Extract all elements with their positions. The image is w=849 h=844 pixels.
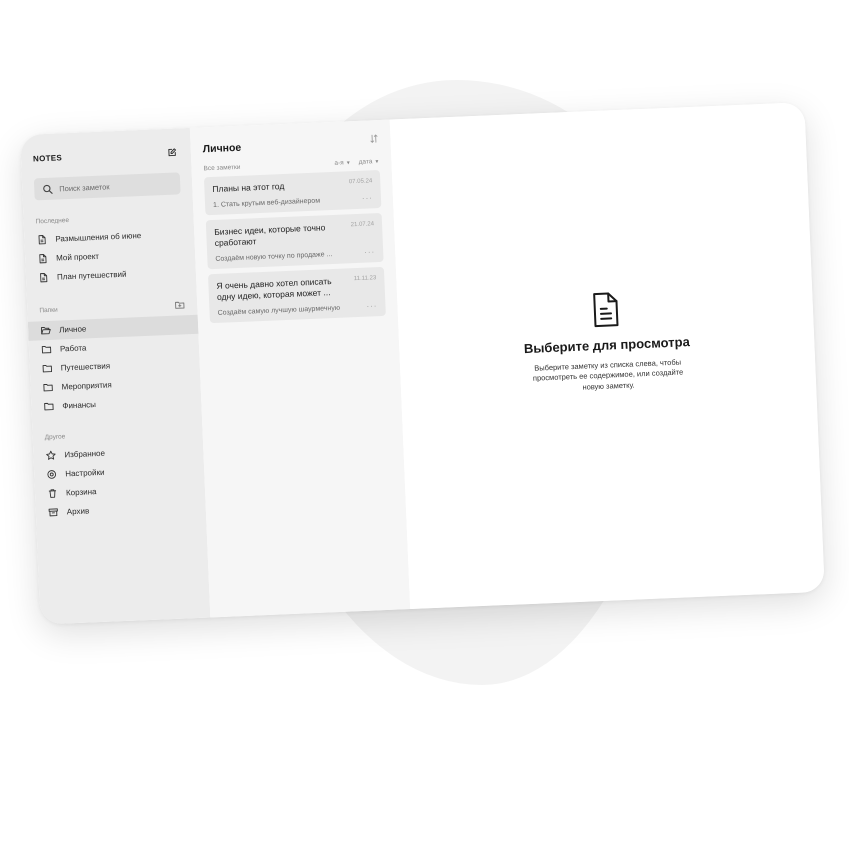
note-title: Я очень давно хотел описать одну идею, к…	[216, 276, 332, 303]
star-icon	[45, 450, 56, 461]
note-viewer-empty-state: Выберите для просмотра Выберите заметку …	[389, 102, 825, 610]
other-item-label: Настройки	[65, 467, 105, 479]
document-icon	[38, 272, 49, 283]
folder-title: Личное	[202, 141, 242, 156]
folder-item-label: Финансы	[62, 400, 97, 411]
note-title: Планы на этот год	[212, 180, 285, 194]
search-icon	[42, 183, 53, 194]
folders-section-title: Папки	[27, 299, 197, 317]
note-card-header: Я очень давно хотел описать одну идею, к…	[216, 274, 377, 303]
other-item-label: Избранное	[64, 448, 106, 460]
recent-item-label: План путешествий	[56, 269, 127, 282]
sort-options: а-я ▼ дата ▼	[334, 158, 379, 167]
note-card-footer: Создаём новую точку по продаже ... ···	[215, 247, 375, 263]
folder-item-label: Личное	[59, 324, 87, 335]
chevron-down-icon: ▼	[374, 158, 380, 165]
sidebar: NOTES Последнее Размышления об июне Мой …	[20, 127, 211, 625]
notes-app-window: NOTES Последнее Размышления об июне Мой …	[20, 102, 825, 625]
folder-icon	[42, 382, 53, 393]
all-notes-label: Все заметки	[203, 163, 241, 173]
note-card-footer: 1. Стать крутым веб-дизайнером ···	[212, 193, 373, 209]
note-title: Бизнес идеи, которые точно сработают	[214, 222, 326, 249]
note-preview: Создаём новую точку по продаже ...	[215, 250, 333, 263]
archive-icon	[48, 507, 59, 518]
other-item-label: Архив	[66, 506, 90, 517]
sort-order-icon[interactable]	[369, 134, 378, 143]
folder-item-label: Мероприятия	[61, 380, 112, 392]
new-folder-icon[interactable]	[174, 299, 185, 310]
note-date: 11.11.23	[353, 275, 377, 283]
note-date: 21.07.24	[350, 221, 375, 229]
other-section-title: Другое	[44, 433, 66, 442]
other-item-label: Корзина	[65, 487, 97, 498]
sort-date-button[interactable]: дата ▼	[359, 158, 380, 166]
chevron-down-icon: ▼	[345, 159, 351, 166]
recent-item-label: Мой проект	[55, 251, 100, 263]
notes-list-panel: Личное Все заметки а-я ▼ дата ▼ Планы на э…	[189, 119, 411, 618]
document-icon	[36, 234, 47, 245]
note-preview: 1. Стать крутым веб-дизайнером	[212, 197, 321, 209]
recent-item-label: Размышления об июне	[55, 231, 142, 244]
note-card-header: Планы на этот год 07.05.24	[212, 177, 372, 195]
note-card-year-plans[interactable]: Планы на этот год 07.05.24 1. Стать крут…	[203, 169, 382, 216]
notes-list-header: Личное	[202, 134, 380, 159]
note-card-idea[interactable]: Я очень давно хотел описать одну идею, к…	[208, 267, 386, 324]
folder-icon	[42, 363, 53, 374]
compose-icon[interactable]	[167, 147, 177, 157]
app-stage: NOTES Последнее Размышления об июне Мой …	[20, 102, 825, 625]
note-date: 07.05.24	[348, 178, 373, 186]
more-options-icon[interactable]: ···	[366, 301, 377, 310]
search-input[interactable]	[59, 179, 173, 193]
document-icon	[37, 253, 48, 264]
sidebar-header: NOTES	[21, 144, 192, 167]
folder-icon	[43, 401, 54, 412]
settings-icon	[46, 469, 57, 480]
app-title: NOTES	[32, 152, 63, 163]
folder-item-label: Путешествия	[60, 361, 111, 373]
recent-section-title: Последнее	[35, 217, 70, 226]
note-card-business-ideas[interactable]: Бизнес идеи, которые точно сработают 21.…	[205, 212, 384, 270]
note-card-header: Бизнес идеи, которые точно сработают 21.…	[214, 220, 375, 249]
trash-icon	[47, 488, 58, 499]
empty-state-text: Выберите заметку из списка слева, чтобы …	[532, 357, 684, 392]
note-preview: Создаём самую лучшую шаурмечную	[217, 304, 341, 317]
note-card-footer: Создаём самую лучшую шаурмечную ···	[217, 301, 377, 317]
folder-item-label: Работа	[59, 343, 87, 354]
more-options-icon[interactable]: ···	[362, 193, 373, 202]
document-icon	[590, 291, 621, 328]
sort-alpha-button[interactable]: а-я ▼	[334, 159, 351, 166]
empty-state-title: Выберите для просмотра	[523, 333, 691, 356]
folder-icon	[41, 344, 52, 355]
folder-open-icon	[40, 325, 51, 336]
search-box[interactable]	[33, 172, 181, 201]
more-options-icon[interactable]: ···	[364, 247, 375, 256]
